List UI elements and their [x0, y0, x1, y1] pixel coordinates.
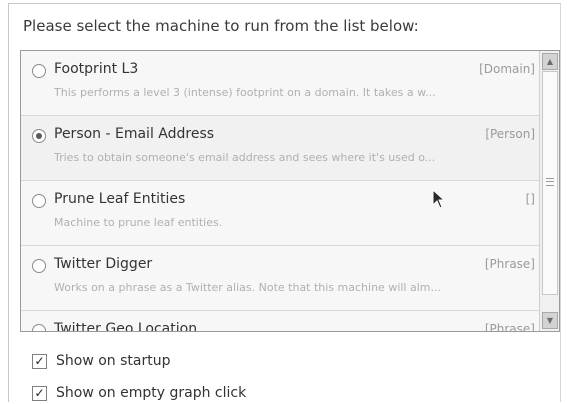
- machine-name: Twitter Geo Location: [54, 321, 198, 332]
- mouse-pointer-icon: [432, 189, 446, 209]
- machine-description: Machine to prune leaf entities.: [54, 216, 223, 229]
- show-on-empty-graph-click-option[interactable]: ✓ Show on empty graph click: [32, 384, 246, 402]
- checkmark-icon: ✓: [34, 385, 45, 400]
- show-on-startup-option[interactable]: ✓ Show on startup: [32, 352, 170, 370]
- machine-type-tag: [Phrase]: [484, 322, 535, 332]
- machine-name: Footprint L3: [54, 61, 139, 77]
- machine-item-prune-leaf-entities[interactable]: Prune Leaf Entities [] Machine to prune …: [21, 181, 539, 246]
- list-scrollbar[interactable]: ▲ ▼: [539, 51, 559, 331]
- radio-button[interactable]: [32, 194, 46, 208]
- machine-type-tag: []: [525, 192, 535, 206]
- radio-button[interactable]: [32, 324, 46, 331]
- radio-button[interactable]: [32, 259, 46, 273]
- radio-button-selected[interactable]: [32, 129, 46, 143]
- machine-type-tag: [Phrase]: [484, 257, 535, 271]
- scrollbar-thumb[interactable]: [542, 71, 558, 295]
- machine-item-footprint-l3[interactable]: Footprint L3 [Domain] This performs a le…: [21, 51, 539, 116]
- machine-name: Person - Email Address: [54, 126, 215, 142]
- machine-list[interactable]: Footprint L3 [Domain] This performs a le…: [20, 50, 560, 332]
- instruction-text: Please select the machine to run from th…: [23, 17, 419, 35]
- grip-icon: [546, 178, 554, 186]
- scroll-up-arrow-icon[interactable]: ▲: [542, 53, 558, 70]
- machine-description: Works on a phrase as a Twitter alias. No…: [54, 281, 441, 294]
- machine-item-twitter-digger[interactable]: Twitter Digger [Phrase] Works on a phras…: [21, 246, 539, 311]
- show-on-startup-checkbox[interactable]: ✓: [32, 353, 47, 369]
- machine-description: Tries to obtain someone's email address …: [54, 151, 436, 164]
- show-on-startup-label: Show on startup: [56, 353, 171, 369]
- machine-description: This performs a level 3 (intense) footpr…: [54, 86, 436, 99]
- machine-item-person-email-address[interactable]: Person - Email Address [Person] Tries to…: [21, 116, 539, 181]
- machine-name: Twitter Digger: [54, 256, 153, 272]
- show-on-empty-graph-click-label: Show on empty graph click: [56, 385, 247, 401]
- machine-item-twitter-geo-location[interactable]: Twitter Geo Location [Phrase]: [21, 311, 539, 332]
- radio-dot-icon: [36, 133, 42, 139]
- show-on-empty-graph-click-checkbox[interactable]: ✓: [32, 385, 47, 401]
- checkmark-icon: ✓: [34, 353, 45, 368]
- radio-button[interactable]: [32, 64, 46, 78]
- machine-type-tag: [Person]: [485, 127, 535, 141]
- scroll-down-arrow-icon[interactable]: ▼: [542, 312, 558, 329]
- machine-type-tag: [Domain]: [479, 62, 535, 76]
- machine-name: Prune Leaf Entities: [54, 191, 186, 207]
